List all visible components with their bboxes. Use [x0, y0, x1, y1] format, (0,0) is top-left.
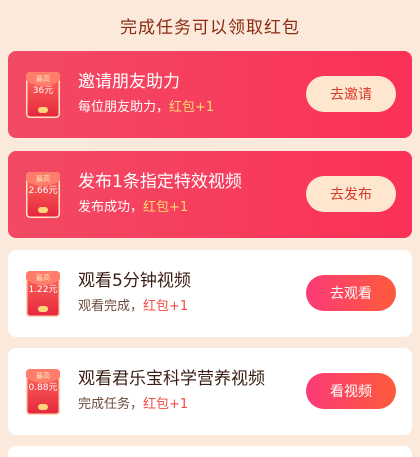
task-reward: 红包+1	[169, 100, 215, 115]
task-desc: 发布成功，	[78, 200, 144, 215]
envelope-amount: 36元	[32, 86, 54, 96]
invite-button[interactable]: 去邀请	[306, 76, 396, 112]
task-card-invite[interactable]: 最高 36元 邀请朋友助力 每位朋友助力，红包+1 去邀请	[8, 51, 412, 138]
envelope-coin	[38, 107, 48, 113]
task-card-partial	[8, 446, 412, 457]
envelope-coin	[38, 404, 48, 410]
task-desc: 每位朋友助力，	[78, 100, 170, 115]
envelope-amount: 0.88元	[28, 383, 58, 393]
task-card-publish[interactable]: 最高 2.66元 发布1条指定特效视频 发布成功，红包+1 去发布	[8, 151, 412, 238]
task-card-brand-video[interactable]: 最高 0.88元 观看君乐宝科学营养视频 完成任务，红包+1 看视频	[8, 348, 412, 435]
envelope-label: 最高	[36, 75, 50, 83]
task-title: 观看5分钟视频	[78, 271, 191, 291]
task-subtitle: 完成任务，红包+1	[78, 397, 188, 413]
envelope-amount: 2.66元	[28, 186, 58, 196]
envelope-label: 最高	[36, 372, 50, 380]
task-subtitle: 发布成功，红包+1	[78, 200, 188, 216]
task-title: 邀请朋友助力	[78, 72, 180, 92]
envelope-coin	[38, 207, 48, 213]
task-subtitle: 每位朋友助力，红包+1	[78, 100, 214, 116]
red-envelope-icon: 最高 2.66元	[26, 172, 60, 218]
task-desc: 观看完成，	[78, 299, 144, 314]
task-reward: 红包+1	[143, 397, 189, 412]
task-reward: 红包+1	[143, 299, 189, 314]
red-envelope-icon: 最高 1.22元	[26, 271, 60, 317]
watch-button[interactable]: 去观看	[306, 275, 396, 311]
envelope-coin	[38, 306, 48, 312]
envelope-label: 最高	[36, 274, 50, 282]
task-title: 观看君乐宝科学营养视频	[78, 369, 265, 389]
envelope-amount: 1.22元	[28, 285, 58, 295]
task-desc: 完成任务，	[78, 397, 144, 412]
task-page: 完成任务可以领取红包 最高 36元 邀请朋友助力 每位朋友助力，红包+1 去邀请…	[0, 0, 420, 457]
red-envelope-icon: 最高 36元	[26, 72, 60, 118]
publish-button[interactable]: 去发布	[306, 176, 396, 212]
task-subtitle: 观看完成，红包+1	[78, 299, 188, 315]
red-envelope-icon: 最高 0.88元	[26, 369, 60, 415]
task-title: 发布1条指定特效视频	[78, 172, 242, 192]
task-card-watch[interactable]: 最高 1.22元 观看5分钟视频 观看完成，红包+1 去观看	[8, 250, 412, 337]
watch-video-button[interactable]: 看视频	[306, 373, 396, 409]
task-reward: 红包+1	[143, 200, 189, 215]
envelope-label: 最高	[36, 175, 50, 183]
page-title: 完成任务可以领取红包	[120, 18, 300, 38]
